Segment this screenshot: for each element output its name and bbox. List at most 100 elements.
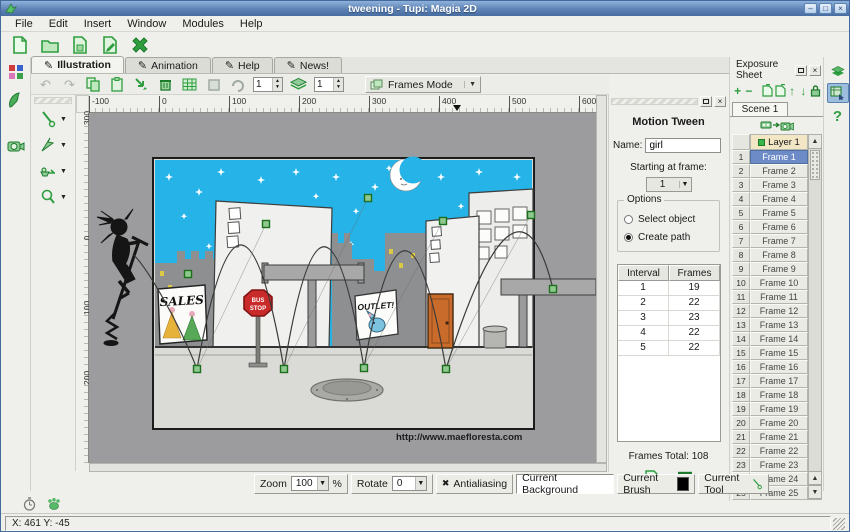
- paw-icon[interactable]: [46, 497, 62, 511]
- titlebar[interactable]: tweening - Tupi: Magia 2D – □ ×: [1, 1, 849, 16]
- frame-number[interactable]: 21: [732, 430, 750, 444]
- canvas-workspace[interactable]: SALES BUS STOP OUTLET!: [89, 113, 596, 463]
- start-frame-combo[interactable]: 1 ▼: [646, 177, 692, 192]
- frame-cell[interactable]: Frame 23: [750, 458, 808, 472]
- new-project-icon[interactable]: [9, 35, 30, 55]
- table-row[interactable]: 4 22: [618, 326, 720, 341]
- zoom-combo[interactable]: 100▼: [291, 476, 329, 491]
- panel-drag-handle[interactable]: [611, 98, 698, 105]
- chevron-down-icon[interactable]: ▼: [60, 116, 67, 123]
- brush-color-swatch[interactable]: [677, 477, 689, 491]
- frame-number[interactable]: 22: [732, 444, 750, 458]
- menu-item[interactable]: Help: [232, 17, 271, 31]
- frame-number[interactable]: 4: [732, 192, 750, 206]
- table-row[interactable]: 2 22: [618, 296, 720, 311]
- frame-cell[interactable]: Frame 3: [750, 178, 808, 192]
- menu-item[interactable]: Insert: [76, 17, 120, 31]
- frame-number[interactable]: 2: [732, 164, 750, 178]
- save-as-icon[interactable]: [99, 35, 120, 55]
- layer-header[interactable]: Layer 1: [750, 134, 808, 150]
- frame-number[interactable]: 13: [732, 318, 750, 332]
- frame-number[interactable]: 16: [732, 360, 750, 374]
- scenes-manager-icon[interactable]: [827, 60, 849, 80]
- frames-mode-combo[interactable]: Frames Mode▼: [365, 76, 481, 93]
- workspace-tab[interactable]: ✎News!: [274, 57, 342, 73]
- frame-number[interactable]: 20: [732, 416, 750, 430]
- frame-cell[interactable]: Frame 16: [750, 360, 808, 374]
- frame-cell[interactable]: Frame 7: [750, 234, 808, 248]
- maximize-button[interactable]: □: [819, 3, 832, 14]
- chevron-down-icon[interactable]: ▼: [60, 142, 67, 149]
- frame-cell[interactable]: Frame 10: [750, 276, 808, 290]
- workspace-tab[interactable]: ✎Illustration: [31, 56, 124, 73]
- close-panel-button[interactable]: ×: [714, 96, 726, 107]
- frame-cell[interactable]: Frame 20: [750, 416, 808, 430]
- insert-frame-icon[interactable]: +: [733, 84, 742, 97]
- resize-grip[interactable]: [833, 518, 845, 530]
- clock-icon[interactable]: [23, 497, 36, 511]
- selection-tool[interactable]: ▼: [31, 132, 75, 158]
- minimize-button[interactable]: –: [804, 3, 817, 14]
- frame-cell[interactable]: Frame 17: [750, 374, 808, 388]
- create-path-radio[interactable]: Create path: [624, 232, 713, 243]
- spin-arrows-icon[interactable]: ▲▼: [333, 78, 343, 91]
- scroll-up-button[interactable]: ▲: [809, 135, 821, 149]
- table-row[interactable]: 3 23: [618, 311, 720, 326]
- frame-number[interactable]: 12: [732, 304, 750, 318]
- menu-item[interactable]: Window: [119, 17, 174, 31]
- panel-drag-handle[interactable]: [34, 97, 72, 104]
- frame-number[interactable]: 11: [732, 290, 750, 304]
- frame-cell[interactable]: Frame 12: [750, 304, 808, 318]
- chevron-down-icon[interactable]: ▼: [60, 194, 67, 201]
- frame-number[interactable]: 23: [732, 458, 750, 472]
- rotate-combo[interactable]: 0▼: [392, 476, 427, 491]
- close-panel-button[interactable]: ×: [809, 65, 821, 76]
- frame-cell[interactable]: Frame 4: [750, 192, 808, 206]
- camera-icon[interactable]: [4, 135, 28, 157]
- frame-cell[interactable]: Frame 11: [750, 290, 808, 304]
- antialiasing-toggle[interactable]: ✖ Antialiasing: [436, 474, 513, 494]
- frame-number[interactable]: 15: [732, 346, 750, 360]
- frame-spinbox[interactable]: 1▲▼: [253, 77, 283, 92]
- frame-number[interactable]: 19: [732, 402, 750, 416]
- import-icon[interactable]: [133, 77, 150, 93]
- select-object-radio[interactable]: Select object: [624, 214, 713, 225]
- frame-cell[interactable]: Frame 22: [750, 444, 808, 458]
- brushes-icon[interactable]: [4, 89, 28, 111]
- workspace-tab[interactable]: ✎Animation: [125, 57, 211, 73]
- remove-frame-icon[interactable]: −: [744, 84, 753, 97]
- workspace-tab[interactable]: ✎Help: [212, 57, 273, 73]
- fill-tool[interactable]: ▼: [31, 158, 75, 184]
- current-background-button[interactable]: Current Background: [516, 474, 614, 494]
- zoom-tool[interactable]: ▼: [31, 184, 75, 210]
- group-icon[interactable]: [205, 77, 222, 93]
- close-button[interactable]: ×: [834, 3, 847, 14]
- frame-number[interactable]: 3: [732, 178, 750, 192]
- frame-number[interactable]: 6: [732, 220, 750, 234]
- spin-arrows-icon[interactable]: ▲▼: [272, 78, 282, 91]
- scroll-up-button[interactable]: ▲: [809, 471, 821, 485]
- scroll-down-button[interactable]: ▼: [809, 485, 821, 499]
- menu-item[interactable]: File: [7, 17, 41, 31]
- save-project-icon[interactable]: [69, 35, 90, 55]
- frame-number[interactable]: 7: [732, 234, 750, 248]
- frame-cell[interactable]: Frame 13: [750, 318, 808, 332]
- close-project-icon[interactable]: [129, 35, 150, 55]
- current-tool-button[interactable]: Current Tool: [698, 474, 769, 494]
- menu-item[interactable]: Modules: [174, 17, 232, 31]
- pencil-tool[interactable]: ▼: [31, 106, 75, 132]
- tween-name-input[interactable]: [645, 138, 721, 153]
- ungroup-icon[interactable]: [229, 77, 246, 93]
- frame-cell[interactable]: Frame 1: [750, 150, 808, 164]
- current-brush-button[interactable]: Current Brush: [617, 474, 695, 494]
- frame-number[interactable]: 14: [732, 332, 750, 346]
- frame-number[interactable]: 9: [732, 262, 750, 276]
- help-icon[interactable]: ?: [827, 106, 849, 126]
- float-panel-button[interactable]: [795, 65, 807, 76]
- undo-icon[interactable]: ↶: [37, 77, 54, 93]
- frame-number[interactable]: 1: [732, 150, 750, 164]
- canvas-page[interactable]: SALES BUS STOP OUTLET!: [153, 157, 596, 430]
- canvas-vscrollbar[interactable]: [596, 95, 607, 463]
- frame-number[interactable]: 5: [732, 206, 750, 220]
- open-project-icon[interactable]: [39, 35, 60, 55]
